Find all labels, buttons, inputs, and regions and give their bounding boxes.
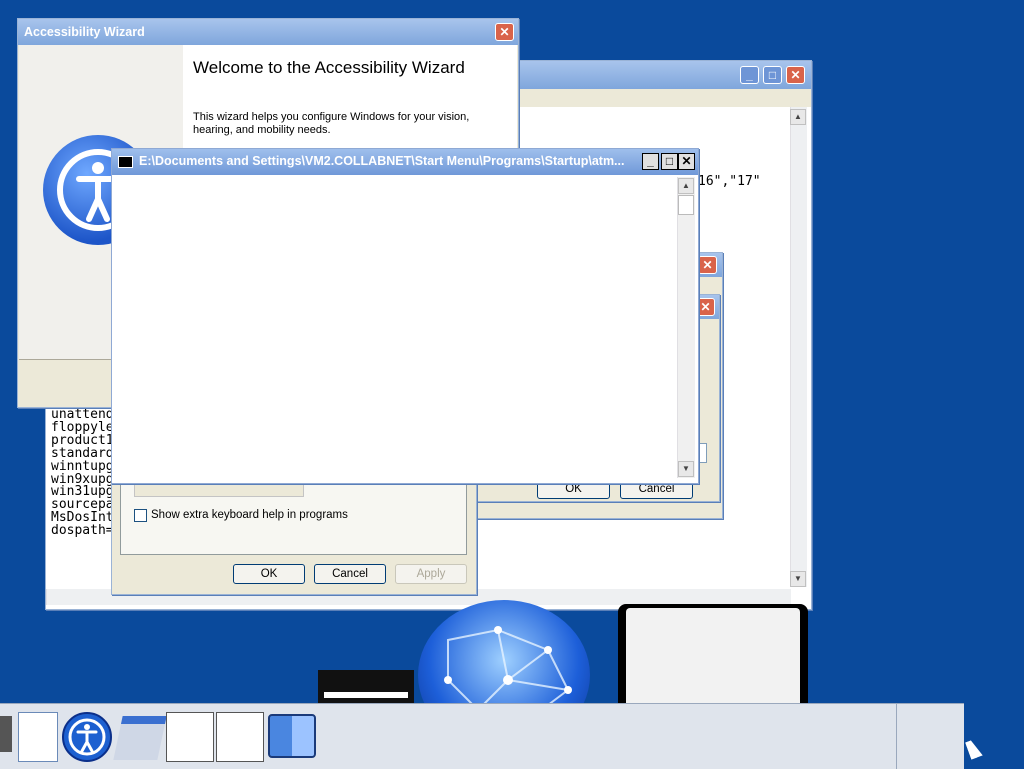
dock-divider xyxy=(896,704,897,769)
dock xyxy=(0,703,964,769)
console-scroll-up-button[interactable]: ▲ xyxy=(678,178,694,194)
console-title: E:\Documents and Settings\VM2.COLLABNET\… xyxy=(139,154,625,168)
window-icon[interactable] xyxy=(166,712,214,762)
finder-icon[interactable] xyxy=(268,714,316,758)
console-scroll-down-button[interactable]: ▼ xyxy=(678,461,694,477)
console-close-button[interactable]: ✕ xyxy=(678,153,695,170)
notepad-scroll-down-button[interactable]: ▼ xyxy=(790,571,806,587)
small-dialog-back-close-button[interactable]: ✕ xyxy=(698,256,717,274)
wizard-title-bar[interactable]: Accessibility Wizard xyxy=(18,19,518,45)
mouse-cursor xyxy=(965,738,983,760)
console-scrollbar[interactable] xyxy=(677,177,695,478)
extra-keyboard-help-label: Show extra keyboard help in programs xyxy=(151,509,348,521)
wizard-close-button[interactable]: ✕ xyxy=(495,23,514,41)
keyboard-dialog-apply-button: Apply xyxy=(395,564,467,584)
keyboard-dialog-cancel-button[interactable]: Cancel xyxy=(314,564,386,584)
page-icon[interactable] xyxy=(18,712,58,762)
accessibility-icon[interactable] xyxy=(62,712,112,762)
extra-keyboard-help-checkbox[interactable] xyxy=(134,509,147,522)
console-icon xyxy=(118,155,133,168)
notepad-maximize-button[interactable]: □ xyxy=(763,66,782,84)
dock-partial-icon xyxy=(0,716,12,752)
console-window: E:\Documents and Settings\VM2.COLLABNET\… xyxy=(111,148,699,484)
notepad-scroll-up-button[interactable]: ▲ xyxy=(790,109,806,125)
window-icon[interactable] xyxy=(216,712,264,762)
notepad-text: unattend floppyle product1 standard winntupg… xyxy=(51,409,111,538)
keyboard-dialog-ok-button[interactable]: OK xyxy=(233,564,305,584)
black-bar-icon xyxy=(318,670,414,704)
notepad-close-button[interactable]: ✕ xyxy=(786,66,805,84)
console-output[interactable] xyxy=(116,177,676,477)
notepad-vertical-scrollbar[interactable] xyxy=(790,107,807,587)
notepad-line: dospath= xyxy=(51,523,111,539)
notepad-snippet: 16","17" xyxy=(698,174,761,189)
notepad-minimize-button[interactable]: _ xyxy=(740,66,759,84)
console-scroll-thumb[interactable] xyxy=(678,195,694,215)
console-maximize-button[interactable]: □ xyxy=(661,153,678,170)
window-icon[interactable] xyxy=(113,716,167,760)
wizard-heading: Welcome to the Accessibility Wizard xyxy=(193,58,465,77)
console-minimize-button[interactable]: _ xyxy=(642,153,659,170)
wizard-description: This wizard helps you configure Windows … xyxy=(193,111,470,136)
console-title-bar[interactable]: E:\Documents and Settings\VM2.COLLABNET\… xyxy=(112,149,698,175)
